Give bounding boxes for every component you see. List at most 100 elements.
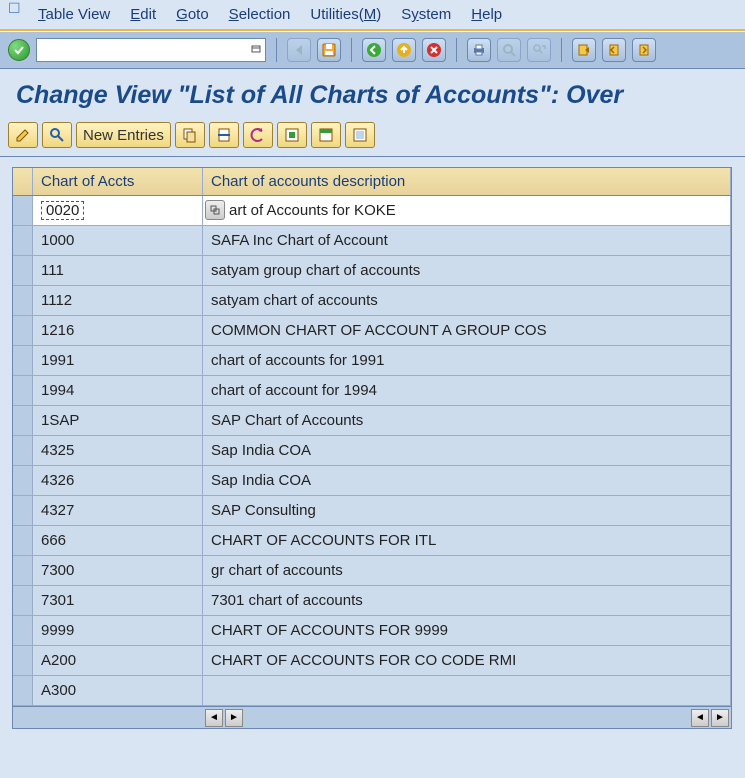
menu-goto[interactable]: Goto: [176, 6, 209, 23]
scroll-left-icon[interactable]: ◄: [205, 709, 223, 727]
cell-description[interactable]: CHART OF ACCOUNTS FOR CO CODE RMI: [203, 646, 731, 675]
command-dropdown-icon[interactable]: [247, 45, 265, 55]
cell-description[interactable]: SAP Chart of Accounts: [203, 406, 731, 435]
cell-description[interactable]: chart of account for 1994: [203, 376, 731, 405]
menu-utilitiesm[interactable]: Utilities(M): [310, 6, 381, 23]
cell-code[interactable]: 111: [33, 256, 203, 285]
application-toolbar: New Entries: [0, 118, 745, 157]
copy-button[interactable]: [175, 122, 205, 148]
details-button[interactable]: [42, 122, 72, 148]
menu-system[interactable]: System: [401, 6, 451, 23]
table-row: 1SAPSAP Chart of Accounts: [13, 406, 731, 436]
menu-edit[interactable]: Edit: [130, 6, 156, 23]
cell-description[interactable]: satyam chart of accounts: [203, 286, 731, 315]
cell-description[interactable]: chart of accounts for 1991: [203, 346, 731, 375]
cell-description[interactable]: Sap India COA: [203, 466, 731, 495]
table-header: Chart of Accts Chart of accounts descrip…: [13, 168, 731, 196]
toolbar-separator: [561, 38, 562, 62]
cell-description[interactable]: Sap India COA: [203, 436, 731, 465]
select-all-button[interactable]: [277, 122, 307, 148]
cell-code[interactable]: A300: [33, 676, 203, 705]
row-selector[interactable]: [13, 436, 33, 465]
f4-help-icon[interactable]: [205, 200, 225, 220]
cell-code[interactable]: 1994: [33, 376, 203, 405]
cell-code[interactable]: 1SAP: [33, 406, 203, 435]
menu-selection[interactable]: Selection: [229, 6, 291, 23]
cell-description[interactable]: satyam group chart of accounts: [203, 256, 731, 285]
cell-description[interactable]: [203, 676, 731, 705]
row-selector[interactable]: [13, 346, 33, 375]
cell-code[interactable]: 1000: [33, 226, 203, 255]
cell-code[interactable]: 0020: [33, 196, 203, 225]
row-selector[interactable]: [13, 196, 33, 225]
row-selector[interactable]: [13, 646, 33, 675]
cell-description[interactable]: 7301 chart of accounts: [203, 586, 731, 615]
cell-code[interactable]: 1112: [33, 286, 203, 315]
window-menu-icon[interactable]: ☐: [8, 0, 21, 17]
new-entries-button[interactable]: New Entries: [76, 122, 171, 148]
row-selector[interactable]: [13, 676, 33, 705]
row-selector[interactable]: [13, 376, 33, 405]
table-grid: Chart of Accts Chart of accounts descrip…: [12, 167, 732, 729]
row-selector[interactable]: [13, 286, 33, 315]
menu-tableview[interactable]: Table View: [38, 6, 110, 23]
change-details-button[interactable]: [8, 122, 38, 148]
cancel-icon[interactable]: [422, 38, 446, 62]
save-icon[interactable]: [317, 38, 341, 62]
first-page-icon[interactable]: [572, 38, 596, 62]
next-page-icon[interactable]: [632, 38, 656, 62]
scroll-right-end-icon[interactable]: ►: [711, 709, 729, 727]
cell-code[interactable]: 1991: [33, 346, 203, 375]
cell-code[interactable]: 1216: [33, 316, 203, 345]
undo-button[interactable]: [243, 122, 273, 148]
cell-description[interactable]: gr chart of accounts: [203, 556, 731, 585]
table-row: 4325Sap India COA: [13, 436, 731, 466]
column-header-code[interactable]: Chart of Accts: [33, 168, 203, 195]
cell-code[interactable]: 666: [33, 526, 203, 555]
cell-code[interactable]: 4326: [33, 466, 203, 495]
print-icon[interactable]: [467, 38, 491, 62]
cell-description[interactable]: SAFA Inc Chart of Account: [203, 226, 731, 255]
cell-description[interactable]: SAP Consulting: [203, 496, 731, 525]
select-all-column[interactable]: [13, 168, 33, 195]
deselect-all-button[interactable]: [345, 122, 375, 148]
prev-page-icon[interactable]: [602, 38, 626, 62]
row-selector[interactable]: [13, 556, 33, 585]
row-selector[interactable]: [13, 256, 33, 285]
row-selector[interactable]: [13, 406, 33, 435]
table-row: 1991chart of accounts for 1991: [13, 346, 731, 376]
cell-description[interactable]: CHART OF ACCOUNTS FOR 9999: [203, 616, 731, 645]
cell-code[interactable]: A200: [33, 646, 203, 675]
cell-description[interactable]: art of Accounts for KOKE: [203, 196, 731, 225]
row-selector[interactable]: [13, 466, 33, 495]
table-row: 73017301 chart of accounts: [13, 586, 731, 616]
cell-description[interactable]: CHART OF ACCOUNTS FOR ITL: [203, 526, 731, 555]
table-body: 0020art of Accounts for KOKE1000SAFA Inc…: [13, 196, 731, 706]
menu-help[interactable]: Help: [471, 6, 502, 23]
cell-code[interactable]: 4325: [33, 436, 203, 465]
row-selector[interactable]: [13, 316, 33, 345]
horizontal-scrollbar: ◄ ► ◄ ►: [13, 706, 731, 728]
row-selector[interactable]: [13, 226, 33, 255]
cell-description[interactable]: COMMON CHART OF ACCOUNT A GROUP COS: [203, 316, 731, 345]
scroll-left-end-icon[interactable]: ◄: [691, 709, 709, 727]
exit-icon[interactable]: [392, 38, 416, 62]
row-selector[interactable]: [13, 586, 33, 615]
table-row: 9999CHART OF ACCOUNTS FOR 9999: [13, 616, 731, 646]
column-header-desc[interactable]: Chart of accounts description: [203, 168, 731, 195]
scroll-right-icon[interactable]: ►: [225, 709, 243, 727]
row-selector[interactable]: [13, 616, 33, 645]
cell-code[interactable]: 7300: [33, 556, 203, 585]
back-icon[interactable]: [362, 38, 386, 62]
row-selector[interactable]: [13, 496, 33, 525]
cell-code[interactable]: 9999: [33, 616, 203, 645]
cell-code[interactable]: 7301: [33, 586, 203, 615]
toolbar-separator: [351, 38, 352, 62]
cell-code[interactable]: 4327: [33, 496, 203, 525]
row-selector[interactable]: [13, 526, 33, 555]
standard-toolbar: [0, 31, 745, 69]
delete-button[interactable]: [209, 122, 239, 148]
enter-button[interactable]: [8, 39, 30, 61]
command-field[interactable]: [37, 40, 247, 60]
select-block-button[interactable]: [311, 122, 341, 148]
